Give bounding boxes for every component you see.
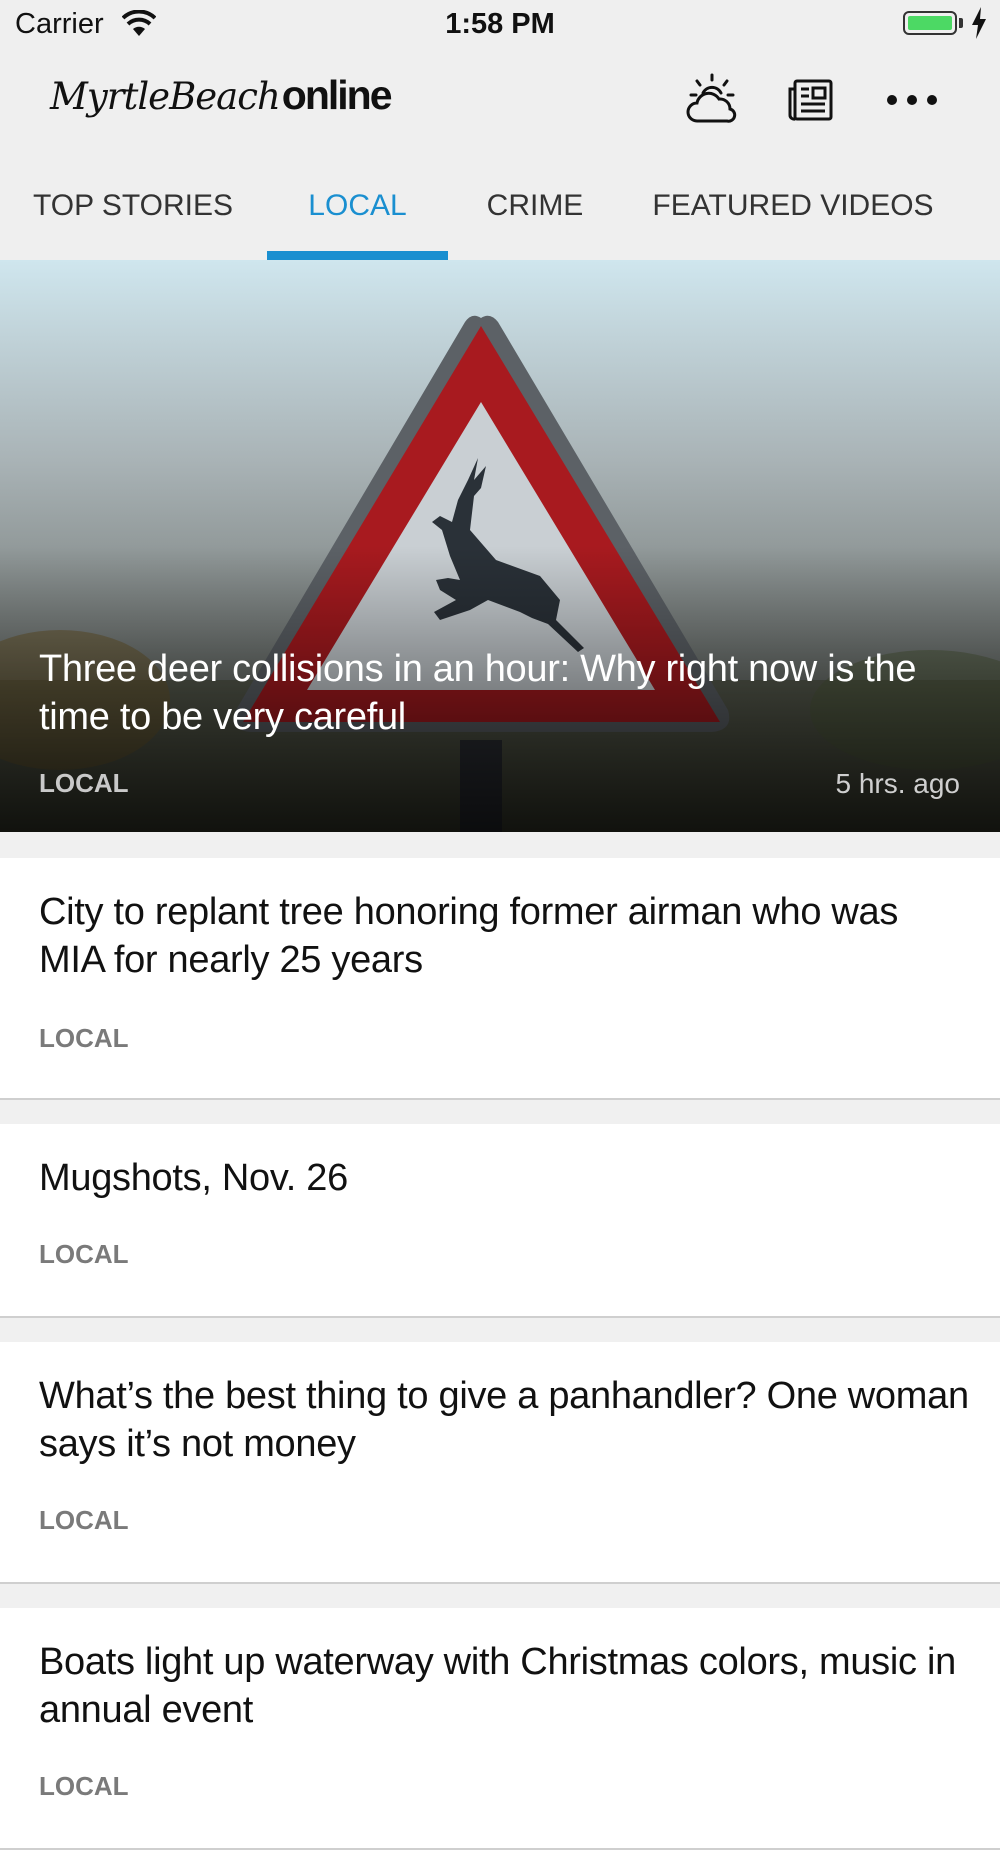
tab-top-stories[interactable]: TOP STORIES: [24, 148, 242, 260]
story-section-label: LOCAL: [39, 1771, 129, 1801]
app-header: MyrtleBeach online: [0, 52, 1000, 148]
section-tabs: TOP STORIES LOCAL CRIME FEATURED VIDEOS: [0, 148, 1000, 260]
weather-icon[interactable]: [682, 70, 742, 130]
app-logo[interactable]: MyrtleBeach online: [50, 72, 393, 132]
story-headline[interactable]: City to replant tree honoring former air…: [39, 888, 969, 984]
story-card[interactable]: City to replant tree honoring former air…: [0, 858, 1000, 1100]
story-card[interactable]: What’s the best thing to give a panhandl…: [0, 1342, 1000, 1584]
logo-script-text: MyrtleBeach: [50, 75, 281, 118]
more-options-icon[interactable]: [882, 70, 942, 130]
story-section-label: LOCAL: [39, 1023, 129, 1053]
story-card[interactable]: Boats light up waterway with Christmas c…: [0, 1608, 1000, 1850]
tab-local[interactable]: LOCAL: [267, 148, 448, 260]
clock: 1:58 PM: [445, 8, 555, 40]
battery-tip: [959, 18, 963, 28]
tab-crime[interactable]: CRIME: [470, 148, 600, 260]
story-section-label: LOCAL: [39, 1505, 129, 1535]
story-headline[interactable]: What’s the best thing to give a panhandl…: [39, 1372, 969, 1468]
logo-bold-text: online: [281, 72, 393, 118]
charging-bolt-icon: [972, 7, 986, 39]
status-bar: Carrier 1:58 PM: [0, 0, 1000, 52]
story-card[interactable]: Mugshots, Nov. 26 LOCAL: [0, 1124, 1000, 1318]
active-tab-indicator: [267, 251, 448, 260]
hero-image: [0, 260, 1000, 832]
hero-story-card[interactable]: Three deer collisions in an hour: Why ri…: [0, 260, 1000, 832]
tab-featured-videos[interactable]: FEATURED VIDEOS: [650, 148, 936, 260]
story-section-label: LOCAL: [39, 1239, 129, 1269]
story-headline[interactable]: Boats light up waterway with Christmas c…: [39, 1638, 969, 1734]
hero-timestamp: 5 hrs. ago: [835, 768, 960, 799]
hero-section-label: LOCAL: [39, 768, 129, 798]
battery-icon: [903, 11, 957, 35]
newspaper-icon[interactable]: [782, 70, 842, 130]
story-headline[interactable]: Mugshots, Nov. 26: [39, 1154, 969, 1202]
hero-headline[interactable]: Three deer collisions in an hour: Why ri…: [39, 645, 969, 741]
